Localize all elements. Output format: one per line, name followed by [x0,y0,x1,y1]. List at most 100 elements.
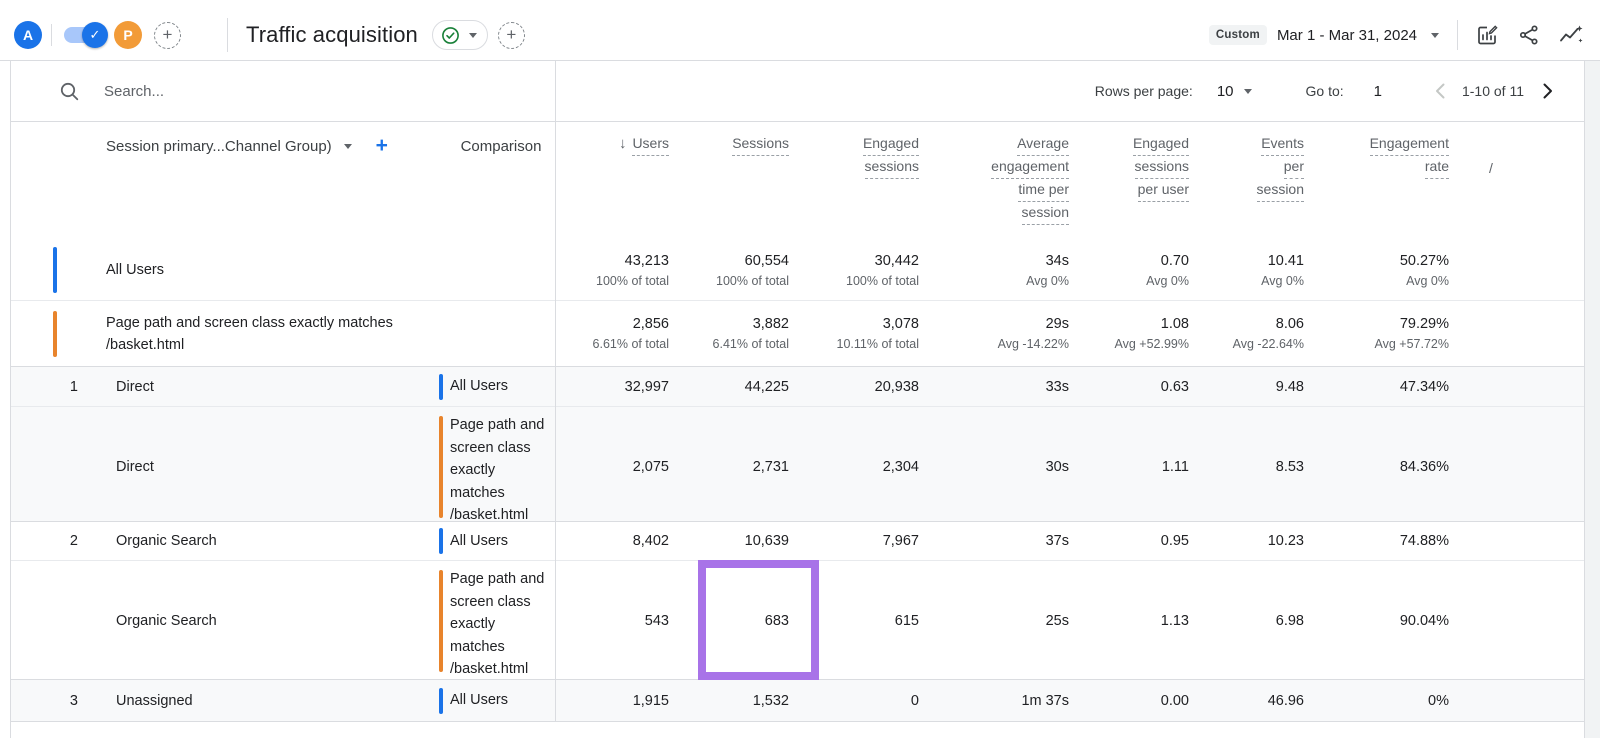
report-status-dropdown[interactable] [432,20,488,50]
table-row: DirectPage path and screen class exactly… [11,406,1584,521]
metric-value-cell: 2,731 [681,407,801,527]
column-header-users[interactable]: ↓ Users [566,122,681,240]
table-row: 2Organic SearchAll Users8,40210,6397,967… [11,521,1584,560]
header-line: Users [632,134,669,156]
comparison-color-bar [439,570,443,672]
comparison-label: All Users [450,375,508,398]
sort-descending-icon: ↓ [619,134,627,153]
metric-value: 30,442 [875,253,919,269]
column-header-engagement-rate[interactable]: Engagementrate [1316,122,1461,240]
metric-subvalue: Avg -14.22% [998,337,1069,351]
add-comparison-button[interactable]: + [154,22,181,49]
date-range-chevron-icon[interactable] [1431,33,1439,38]
channel-name: Organic Search [91,522,436,560]
summary-label-text: All Users [106,259,164,281]
comparison-cell: Page path and screen class exactly match… [436,561,566,681]
metric-value-cell: 0.63 [1081,367,1201,406]
metric-value-cell: 0% [1316,680,1461,721]
goto-input[interactable]: 1 [1374,83,1382,100]
next-page-icon[interactable] [1536,80,1558,102]
divider [1457,20,1458,50]
metric-value-cell: 20,938 [801,367,931,406]
header-line: per user [1138,180,1189,202]
account-avatar[interactable]: A [14,21,42,49]
header-line: Sessions [732,134,789,156]
share-icon[interactable] [1514,20,1544,50]
metric-value-cell: 6.98 [1201,561,1316,681]
summary-metric-cell: 8.06Avg -22.64% [1201,301,1316,366]
customize-report-icon[interactable] [1472,20,1502,50]
vertical-scrollbar[interactable] [1584,61,1600,738]
header-line: session [1022,203,1069,225]
summary-metric-cell: 3,8826.41% of total [681,301,801,366]
column-header-engaged-sessions[interactable]: Engagedsessions [801,122,931,240]
dimension-label: Session primary...Channel Group) [106,138,332,155]
previous-page-icon [1430,80,1452,102]
summary-metric-cell: 0.70Avg 0% [1081,240,1201,300]
metric-value-cell: 0.95 [1081,522,1201,560]
metric-subvalue: Avg 0% [1406,274,1449,288]
metric-value-cell: 1,532 [681,680,801,721]
metric-value-cell: 74.88% [1316,522,1461,560]
comparison-cell: All Users [436,367,566,406]
metric-subvalue: Avg +57.72% [1375,337,1449,351]
sorted-header: ↓ Users [619,134,669,157]
metric-value-cell: 37s [931,522,1081,560]
channel-name: Organic Search [91,561,436,681]
filler-cell [1461,680,1583,721]
highlight-box [698,560,819,680]
summary-row-label: Page path and screen class exactly match… [11,301,566,366]
metric-subvalue: 6.61% of total [593,337,669,351]
metric-subvalue: Avg 0% [1261,274,1304,288]
add-dimension-button[interactable]: + [376,134,388,158]
header-line: time per [1018,180,1069,202]
header-line: Engaged [863,134,919,156]
metric-value-cell: 615 [801,561,931,681]
channel-name: Direct [91,407,436,527]
comparison-color-bar [439,528,443,554]
metric-value: 2,856 [633,316,669,332]
comparison-color-bar [439,374,443,400]
dimension-selector[interactable]: Session primary...Channel Group) + [11,122,436,240]
column-header-average-engagement-time-per-session[interactable]: Averageengagementtime persession [931,122,1081,240]
summary-metric-cell: 29sAvg -14.22% [931,301,1081,366]
filler-cell [1461,407,1583,527]
metric-value-cell: 2,075 [566,407,681,527]
metric-subvalue: Avg +52.99% [1115,337,1189,351]
summary-metric-cell: 79.29%Avg +57.72% [1316,301,1461,366]
header-line: per [1284,157,1304,179]
metric-value-cell: 8,402 [566,522,681,560]
date-range-value[interactable]: Mar 1 - Mar 31, 2024 [1277,27,1417,44]
metric-value-cell: 0 [801,680,931,721]
metric-value-cell: 47.34% [1316,367,1461,406]
metric-value: 34s [1046,253,1069,269]
summary-metric-cell: 3,07810.11% of total [801,301,931,366]
column-header-engaged-sessions-per-user[interactable]: Engagedsessionsper user [1081,122,1201,240]
comparison-cell: All Users [436,522,566,560]
metric-value-cell: 7,967 [801,522,931,560]
chevron-down-icon[interactable] [344,144,352,149]
add-report-button[interactable]: + [498,22,525,49]
comparison-avatar-p[interactable]: P [114,21,142,49]
rows-per-page-label: Rows per page: [1095,83,1193,99]
row-rank: 1 [11,367,91,406]
metric-value-cell: 1.11 [1081,407,1201,527]
column-header-sessions[interactable]: Sessions [681,122,801,240]
rows-per-page-chevron-icon[interactable] [1244,89,1252,94]
column-header-events-per-session[interactable]: Eventspersession [1201,122,1316,240]
header-line: rate [1425,157,1449,179]
partial-next-column-header: / [1461,122,1583,240]
rows-per-page-value[interactable]: 10 [1217,83,1234,100]
metric-value-cell: 543 [566,561,681,681]
metric-value-cell: 30s [931,407,1081,527]
comparison-toggle[interactable]: ✓ [64,27,104,43]
header-line: sessions [865,157,919,179]
search-icon [59,81,80,102]
channel-name: Unassigned [91,680,436,721]
comparison-label: All Users [450,530,508,553]
insights-icon[interactable] [1556,20,1586,50]
metric-value: 3,882 [753,316,789,332]
summary-metric-cell: 1.08Avg +52.99% [1081,301,1201,366]
search-input[interactable] [102,82,482,101]
comparison-cell: Page path and screen class exactly match… [436,407,566,527]
